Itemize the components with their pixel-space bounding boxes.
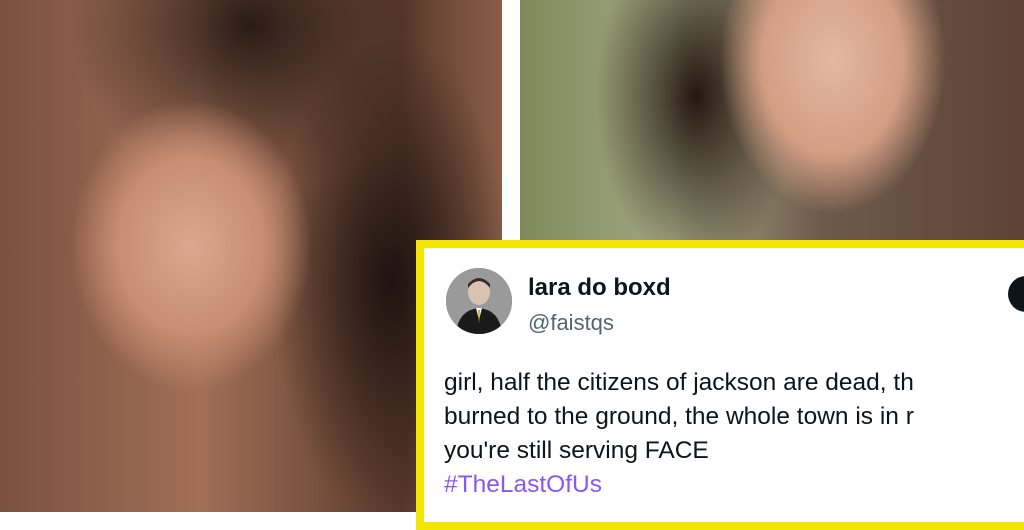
- tweet-line-2: burned to the ground, the whole town is …: [444, 403, 914, 430]
- avatar[interactable]: [446, 268, 512, 334]
- user-handle[interactable]: @faistqs: [528, 310, 614, 336]
- photo-divider: [502, 0, 520, 240]
- tweet-line-1: girl, half the citizens of jackson are d…: [444, 369, 914, 396]
- hashtag-link[interactable]: #TheLastOfUs: [444, 468, 1024, 502]
- display-name[interactable]: lara do boxd: [528, 274, 671, 302]
- tweet-text: girl, half the citizens of jackson are d…: [444, 366, 1024, 502]
- more-options-icon[interactable]: [1008, 276, 1024, 312]
- user-avatar-icon: [446, 268, 512, 334]
- right-photo: [520, 0, 1024, 240]
- tweet-line-3: you're still serving FACE: [444, 437, 709, 464]
- tweet-card: lara do boxd @faistqs girl, half the cit…: [416, 240, 1024, 530]
